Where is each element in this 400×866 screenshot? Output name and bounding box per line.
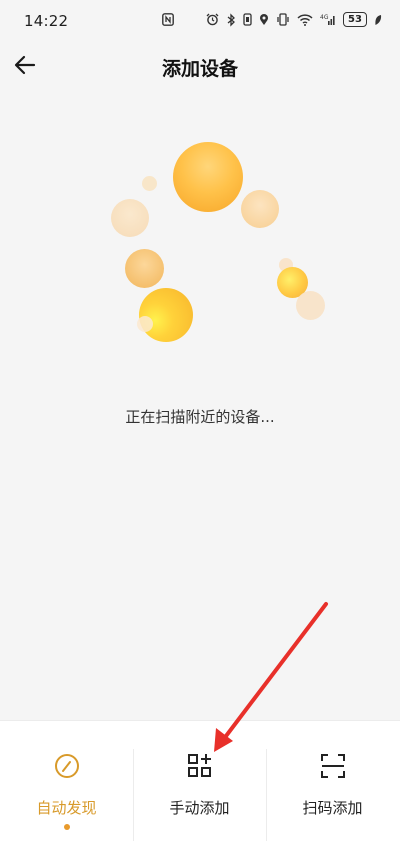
location-icon — [259, 13, 269, 26]
tab-label: 扫码添加 — [302, 799, 363, 817]
status-time: 14:22 — [24, 12, 69, 30]
tab-label: 自动发现 — [36, 799, 97, 817]
header: 添加设备 — [0, 44, 400, 92]
alarm-icon — [206, 13, 219, 26]
bottom-tab-bar: 自动发现 手动添加 扫码添加 — [0, 720, 400, 866]
bluetooth-icon — [226, 12, 236, 27]
grid-add-icon — [185, 751, 215, 781]
wifi-icon — [297, 13, 313, 26]
scan-status-text: 正在扫描附近的设备... — [125, 408, 275, 426]
tab-scan-add[interactable]: 扫码添加 — [266, 721, 399, 841]
scan-bubble — [296, 291, 325, 320]
vibrate-icon — [243, 13, 252, 26]
scan-bubble — [125, 249, 164, 288]
tab-manual-add[interactable]: 手动添加 — [133, 721, 266, 841]
scan-bubble — [139, 288, 193, 342]
tab-label: 手动添加 — [169, 799, 230, 817]
status-bar: 14:22 4G 53 — [0, 0, 400, 44]
battery-icon: 53 — [343, 12, 367, 27]
screen: 14:22 4G 53 添加设备 正在扫描附近的设备... 自动发现 手动添加 … — [0, 0, 400, 866]
svg-text:4G: 4G — [320, 14, 329, 21]
scan-bubble — [137, 316, 153, 332]
scan-bubble — [111, 199, 149, 237]
nfc-icon — [162, 13, 174, 26]
tab-auto-discover[interactable]: 自动发现 — [0, 721, 133, 841]
scan-bubble — [241, 190, 279, 228]
signal-vibration-icon — [276, 13, 290, 26]
speedometer-icon — [52, 751, 82, 781]
scan-frame-icon — [318, 751, 348, 781]
active-indicator-dot — [63, 824, 70, 830]
signal-icon: 4G — [320, 13, 336, 26]
page-title: 添加设备 — [161, 58, 238, 80]
scan-bubble — [173, 142, 243, 212]
status-icons: 4G 53 — [162, 12, 382, 27]
leaf-icon — [374, 14, 382, 26]
scan-bubble — [142, 176, 157, 191]
